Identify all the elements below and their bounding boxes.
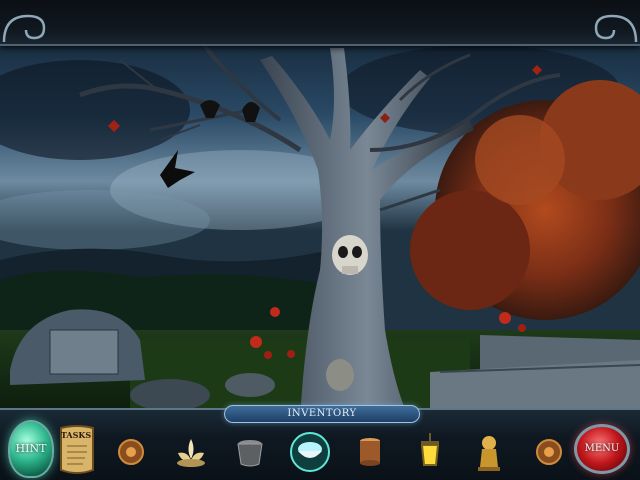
inventory-slot-6[interactable] xyxy=(409,431,451,473)
copper-cylinder-icon xyxy=(359,438,380,466)
bronze-amulet-icon xyxy=(535,439,562,465)
inventory-slot-7[interactable] xyxy=(468,431,510,473)
tasks-label: TASKS xyxy=(60,430,92,440)
lantern-icon xyxy=(420,433,439,466)
inventory-slot-3[interactable] xyxy=(229,431,271,473)
inventory-slot-8[interactable] xyxy=(528,431,570,473)
top-frame xyxy=(0,0,640,46)
lotus-flower-icon xyxy=(176,439,205,467)
swirl-ornament-icon xyxy=(2,14,46,43)
inventory-slot-5[interactable] xyxy=(349,431,391,473)
hint-button[interactable]: HINT xyxy=(8,420,54,478)
inventory-slot-1[interactable] xyxy=(110,431,152,473)
bronze-amulet-icon xyxy=(118,439,144,465)
swirl-ornament-icon xyxy=(594,14,638,43)
inventory-slot-2[interactable] xyxy=(170,431,212,473)
glowing-bowl-icon xyxy=(290,432,331,472)
inventory-title: INVENTORY xyxy=(224,405,420,423)
inventory-slots xyxy=(110,428,570,476)
inventory-slot-4[interactable] xyxy=(289,431,331,473)
golden-lion-statue-icon xyxy=(478,436,501,471)
metal-bucket-icon xyxy=(237,440,263,467)
menu-button[interactable]: MENU xyxy=(574,424,630,474)
